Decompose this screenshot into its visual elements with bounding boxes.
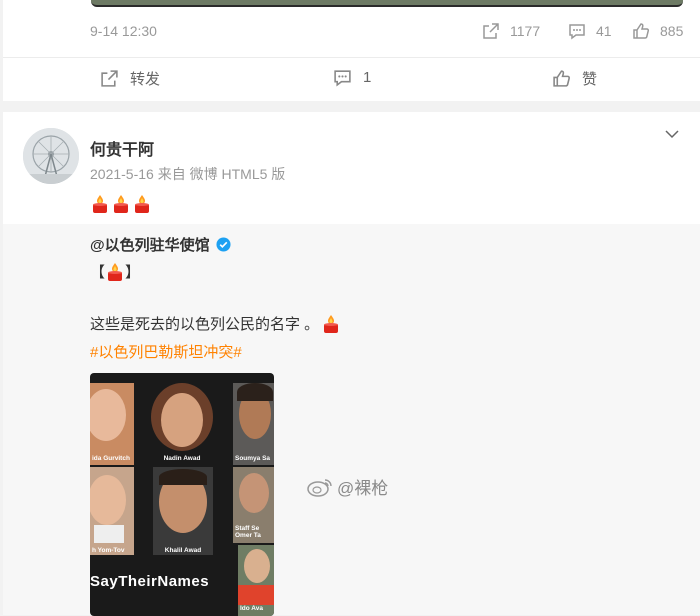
comment-stat[interactable]: 41 <box>568 22 612 40</box>
portrait-name: ida Gurvitch <box>92 455 130 462</box>
post-image[interactable]: ida Gurvitch Nadin Awad Soumya Sa h Yom-… <box>90 373 274 616</box>
forward-count: 1177 <box>510 23 541 39</box>
share-icon <box>101 70 118 87</box>
portrait-name: Khalil Awad <box>164 547 202 554</box>
portrait-photo: Nadin Awad <box>147 383 217 465</box>
portrait-name: Soumya Sa <box>235 455 271 462</box>
post-meta: 2021-5-16 来自 微博 HTML5 版 <box>90 166 286 182</box>
watermark: @裸枪 <box>307 474 388 499</box>
forward-stat[interactable]: 1177 <box>482 22 540 40</box>
like-stat[interactable]: 885 <box>632 22 683 40</box>
candle-icon <box>114 195 128 213</box>
candle-emoji-row <box>90 194 152 214</box>
verified-badge-icon <box>216 237 231 252</box>
avatar[interactable] <box>23 128 79 184</box>
username[interactable]: 何贵干阿 <box>90 136 154 160</box>
candle-icon <box>93 195 107 213</box>
bracket-open: 【 <box>90 264 106 281</box>
thumbs-up-icon <box>633 23 650 39</box>
post-image-bottom-edge[interactable] <box>91 0 683 7</box>
portrait-name: Nadin Awad <box>163 455 201 462</box>
portrait-photo: Soumya Sa <box>233 383 274 465</box>
post-text-body: 这些是死去的以色列公民的名字 。 <box>90 316 320 333</box>
portrait-name: Staff Se Omer Ta <box>235 525 261 539</box>
candle-icon <box>135 195 149 213</box>
like-count: 885 <box>660 23 684 39</box>
candle-icon <box>324 314 339 333</box>
hashtag-link[interactable]: #以色列巴勒斯坦冲突# <box>90 341 242 362</box>
candle-icon <box>108 262 123 281</box>
chevron-down-icon[interactable] <box>664 126 680 142</box>
comment-icon <box>334 70 351 87</box>
repost-button[interactable]: 转发 <box>100 68 160 89</box>
like-button[interactable]: 赞 <box>552 68 597 89</box>
portrait-photo: Staff Se Omer Ta <box>233 467 274 543</box>
post-text: 这些是死去的以色列公民的名字 。 <box>90 313 341 334</box>
comment-count: 41 <box>596 23 612 39</box>
post-meta-row: 9-14 12:30 1177 41 885 <box>90 22 684 42</box>
comment-button[interactable]: 1 <box>333 68 371 87</box>
portrait-name: Ido Ava <box>240 605 263 612</box>
comment-icon <box>569 24 585 40</box>
image-caption: SayTheirNames <box>90 573 210 590</box>
portrait-name: h Yom-Tov <box>92 547 125 554</box>
portrait-photo: h Yom-Tov <box>90 467 134 555</box>
post-card: 何贵干阿 2021-5-16 来自 微博 HTML5 版 @以色列驻华使馆 【 … <box>3 112 700 616</box>
reposted-content[interactable]: @以色列驻华使馆 【 】 这些是死去的以色列公民的名字 。 #以色列巴勒斯坦冲突… <box>3 224 700 616</box>
bracket-line: 【 】 <box>90 261 140 282</box>
portrait-photo: Khalil Awad <box>153 467 213 555</box>
thumbs-up-icon <box>553 70 570 87</box>
portrait-photo: ida Gurvitch <box>90 383 134 465</box>
ferris-wheel-icon <box>23 128 79 184</box>
divider <box>3 57 700 58</box>
previous-post-card: 9-14 12:30 1177 41 885 转发 1 赞 <box>3 0 700 101</box>
weibo-logo-icon <box>307 478 332 497</box>
like-label: 赞 <box>582 71 598 88</box>
comment-button-count: 1 <box>363 69 372 86</box>
watermark-text: @裸枪 <box>337 479 389 498</box>
post-time[interactable]: 9-14 12:30 <box>90 23 157 39</box>
repost-label: 转发 <box>130 71 161 88</box>
bracket-close: 】 <box>125 264 141 281</box>
original-author-name: @以色列驻华使馆 <box>90 237 210 254</box>
share-icon <box>483 23 499 39</box>
original-author[interactable]: @以色列驻华使馆 <box>90 234 231 255</box>
